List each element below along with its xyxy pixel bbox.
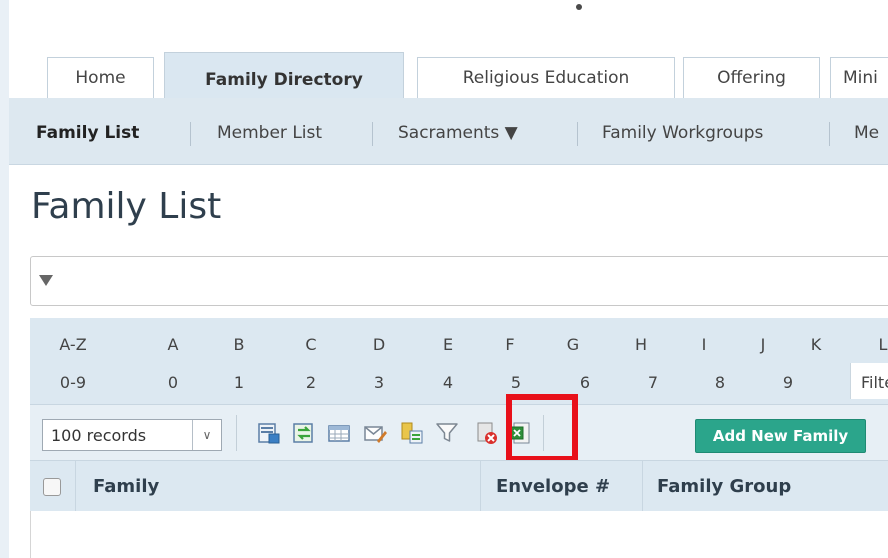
- subnav-divider: [829, 122, 830, 146]
- column-header-family[interactable]: Family: [93, 461, 159, 511]
- alpha-filter-panel: A-Z A B C D E F G H I J K L 0-9 0 1 2 3 …: [30, 318, 888, 404]
- report-icon[interactable]: [257, 421, 281, 445]
- column-header-family-group[interactable]: Family Group: [657, 461, 791, 511]
- delete-icon[interactable]: [475, 421, 499, 445]
- digit-filter-4[interactable]: 4: [428, 362, 468, 400]
- tab-home[interactable]: Home: [47, 57, 154, 98]
- alpha-filter-f[interactable]: F: [490, 324, 530, 362]
- grid-toolbar: 100 records ∨ Add New Family: [30, 404, 888, 461]
- chevron-down-icon[interactable]: ∨: [192, 420, 221, 450]
- alpha-filter-i[interactable]: I: [684, 324, 724, 362]
- highlight-box: [506, 394, 578, 462]
- top-dot: [576, 4, 582, 10]
- left-edge-bar: [0, 0, 9, 558]
- tab-religious-education[interactable]: Religious Education: [417, 57, 675, 98]
- alpha-filter-l[interactable]: L: [863, 324, 888, 362]
- grid-body: [30, 511, 888, 558]
- digit-filter-3[interactable]: 3: [359, 362, 399, 400]
- tab-ministry[interactable]: Mini: [830, 57, 888, 98]
- digit-filter-1[interactable]: 1: [219, 362, 259, 400]
- expand-triangle-icon[interactable]: [39, 275, 53, 286]
- tab-offering[interactable]: Offering: [683, 57, 820, 98]
- alpha-filter-a-z[interactable]: A-Z: [53, 324, 93, 362]
- email-icon[interactable]: [363, 421, 387, 445]
- digit-filter-9[interactable]: 9: [768, 362, 808, 400]
- column-divider: [642, 461, 643, 511]
- add-new-family-button[interactable]: Add New Family: [695, 419, 866, 453]
- subnav-divider: [190, 122, 191, 146]
- subnav-family-list[interactable]: Family List: [36, 98, 139, 164]
- subnav-more[interactable]: Me: [854, 98, 879, 164]
- column-header-envelope[interactable]: Envelope #: [496, 461, 610, 511]
- column-divider: [480, 461, 481, 511]
- alpha-filter-c[interactable]: C: [291, 324, 331, 362]
- digit-filter-7[interactable]: 7: [633, 362, 673, 400]
- grid-header-row: Family Envelope # Family Group: [30, 460, 888, 512]
- main-tab-bar: Home Family Directory Religious Educatio…: [9, 52, 888, 99]
- alpha-filter-e[interactable]: E: [428, 324, 468, 362]
- digit-filter-0[interactable]: 0: [153, 362, 193, 400]
- digit-filter-0-9[interactable]: 0-9: [53, 362, 93, 400]
- filter-label[interactable]: Filte: [850, 363, 888, 399]
- digit-row: 0-9 0 1 2 3 4 5 6 7 8 9 Filte: [30, 362, 888, 400]
- subnav-divider: [372, 122, 373, 146]
- alpha-filter-b[interactable]: B: [219, 324, 259, 362]
- select-all-checkbox[interactable]: [43, 478, 61, 496]
- toolbar-divider: [236, 415, 237, 451]
- alpha-filter-j[interactable]: J: [743, 324, 783, 362]
- alpha-filter-g[interactable]: G: [553, 324, 593, 362]
- records-per-page-select[interactable]: 100 records ∨: [42, 419, 222, 451]
- alpha-filter-d[interactable]: D: [359, 324, 399, 362]
- tab-family-directory[interactable]: Family Directory: [164, 52, 404, 99]
- digit-filter-8[interactable]: 8: [700, 362, 740, 400]
- records-per-page-value: 100 records: [51, 426, 147, 445]
- alpha-filter-k[interactable]: K: [796, 324, 836, 362]
- subnav-member-list[interactable]: Member List: [217, 98, 322, 164]
- subnav-sacraments[interactable]: Sacraments ▼: [398, 98, 518, 164]
- filter-panel-toggle[interactable]: [30, 256, 888, 306]
- column-divider: [75, 461, 76, 511]
- refresh-icon[interactable]: [292, 421, 316, 445]
- sub-navigation: Family List Member List Sacraments ▼ Fam…: [9, 98, 888, 165]
- alpha-filter-a[interactable]: A: [153, 324, 193, 362]
- page-title: Family List: [31, 186, 222, 227]
- export-icon[interactable]: [400, 421, 424, 445]
- grid-view-icon[interactable]: [327, 421, 351, 445]
- alpha-row: A-Z A B C D E F G H I J K L: [30, 324, 888, 362]
- subnav-divider: [577, 122, 578, 146]
- filter-icon[interactable]: [435, 421, 459, 445]
- digit-filter-2[interactable]: 2: [291, 362, 331, 400]
- alpha-filter-h[interactable]: H: [621, 324, 661, 362]
- subnav-family-workgroups[interactable]: Family Workgroups: [602, 98, 763, 164]
